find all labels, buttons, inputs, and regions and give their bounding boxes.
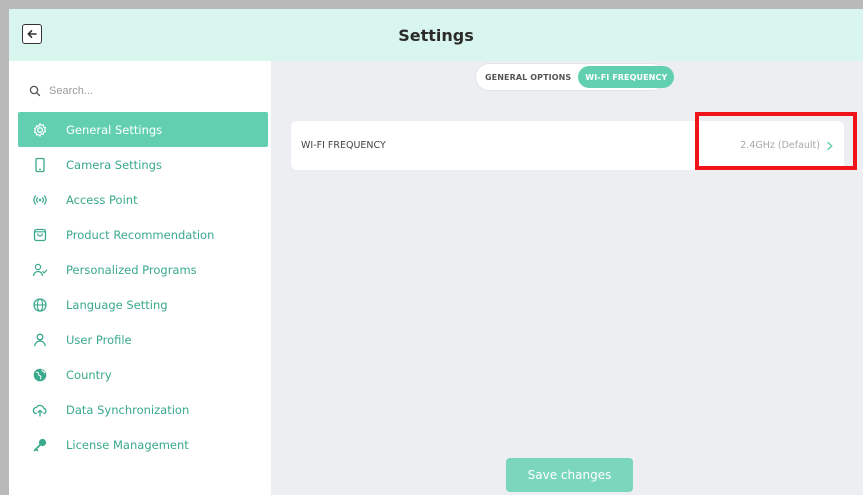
- sidebar-item-user-profile[interactable]: User Profile: [18, 322, 268, 357]
- arrow-left-icon: [27, 30, 37, 38]
- back-button[interactable]: [22, 24, 42, 44]
- wifi-frequency-value: 2.4GHz (Default): [740, 140, 820, 151]
- earth-icon: [32, 367, 48, 383]
- sidebar-item-access-point[interactable]: Access Point: [18, 182, 268, 217]
- sidebar-item-label: License Management: [66, 437, 189, 452]
- tab-switcher: GENERAL OPTIONS WI-FI FREQUENCY: [476, 64, 675, 90]
- search-input[interactable]: [49, 85, 229, 97]
- cloud-upload-icon: [32, 402, 48, 418]
- tab-wifi-frequency[interactable]: WI-FI FREQUENCY: [578, 66, 675, 88]
- sidebar-item-label: Data Synchronization: [66, 402, 190, 417]
- sidebar-item-language-setting[interactable]: Language Setting: [18, 287, 268, 322]
- save-button[interactable]: Save changes: [506, 458, 633, 492]
- search-icon: [29, 85, 41, 97]
- tab-general-options[interactable]: GENERAL OPTIONS: [478, 66, 578, 88]
- sidebar-item-product-recommendation[interactable]: Product Recommendation: [18, 217, 268, 252]
- bag-icon: [32, 227, 48, 243]
- sidebar-menu: General Settings Camera Settings Access …: [18, 112, 268, 462]
- sidebar-item-label: Language Setting: [66, 297, 168, 312]
- sidebar-item-license-management[interactable]: License Management: [18, 427, 268, 462]
- sidebar-item-label: User Profile: [66, 332, 132, 347]
- sidebar-item-label: Personalized Programs: [66, 262, 197, 277]
- sidebar-item-label: General Settings: [66, 122, 163, 137]
- user-icon: [32, 332, 48, 348]
- sidebar-item-camera-settings[interactable]: Camera Settings: [18, 147, 268, 182]
- wireless-icon: [32, 192, 48, 208]
- tablet-icon: [32, 157, 48, 173]
- sidebar-item-label: Product Recommendation: [66, 227, 215, 242]
- user-check-icon: [32, 262, 48, 278]
- sidebar-item-label: Country: [66, 367, 112, 382]
- key-icon: [32, 437, 48, 453]
- sidebar-item-country[interactable]: Country: [18, 357, 268, 392]
- wifi-frequency-row[interactable]: WI-FI FREQUENCY 2.4GHz (Default): [291, 121, 844, 170]
- globe-icon: [32, 297, 48, 313]
- search-box[interactable]: [29, 81, 229, 101]
- gear-icon: [32, 122, 48, 138]
- main-content: GENERAL OPTIONS WI-FI FREQUENCY WI-FI FR…: [271, 61, 863, 495]
- sidebar-item-label: Access Point: [66, 192, 138, 207]
- sidebar: General Settings Camera Settings Access …: [9, 61, 271, 495]
- wifi-frequency-value-group[interactable]: 2.4GHz (Default): [740, 140, 834, 151]
- sidebar-item-label: Camera Settings: [66, 157, 162, 172]
- page-title: Settings: [398, 25, 474, 45]
- header-bar: Settings: [9, 9, 863, 61]
- chevron-right-icon: [827, 141, 833, 150]
- wifi-frequency-label: WI-FI FREQUENCY: [301, 140, 386, 151]
- sidebar-item-personalized-programs[interactable]: Personalized Programs: [18, 252, 268, 287]
- sidebar-item-general-settings[interactable]: General Settings: [18, 112, 268, 147]
- sidebar-item-data-synchronization[interactable]: Data Synchronization: [18, 392, 268, 427]
